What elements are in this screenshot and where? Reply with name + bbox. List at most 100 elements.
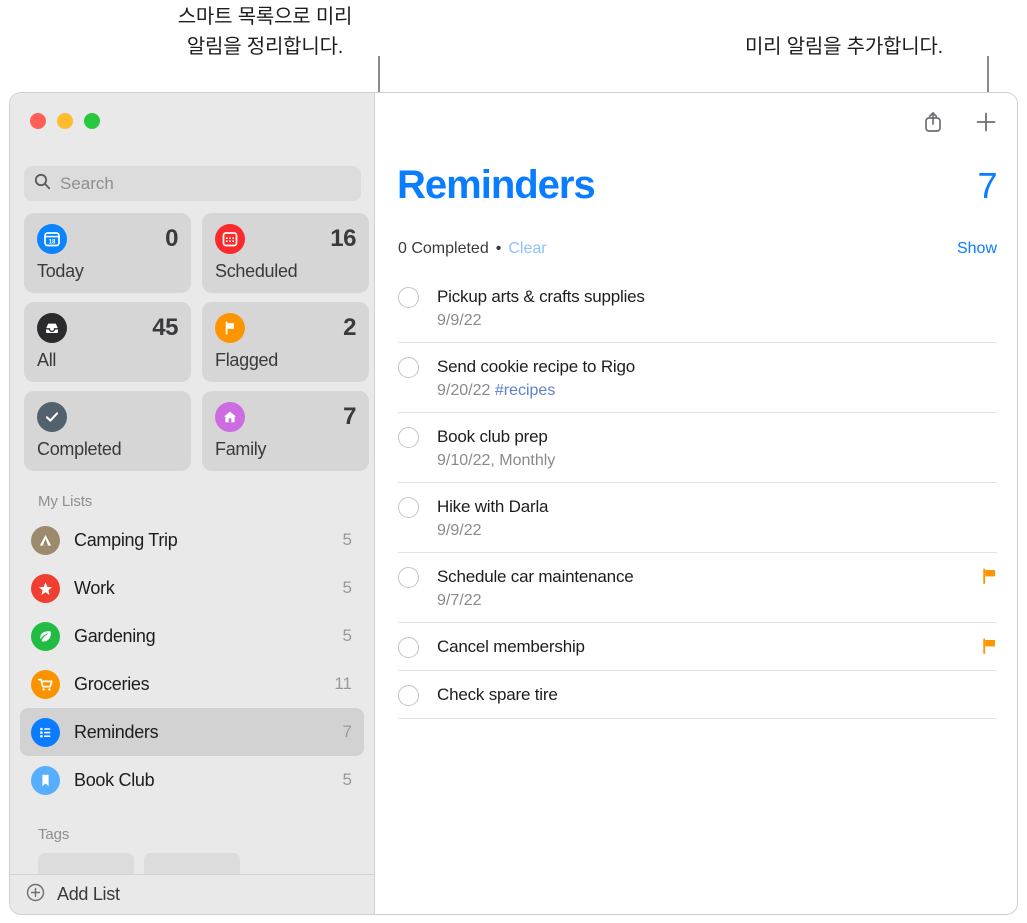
tags-header: Tags: [38, 826, 70, 843]
sidebar-item-count: 5: [342, 578, 352, 597]
sidebar-item-count: 11: [334, 674, 352, 693]
tag-chip[interactable]: [38, 853, 134, 874]
flag-icon[interactable]: [982, 568, 997, 589]
plus-icon[interactable]: [973, 109, 999, 135]
reminders-list: Pickup arts & crafts supplies 9/9/22 Sen…: [398, 273, 997, 719]
sidebar-item-label: Reminders: [74, 721, 159, 742]
smart-card-label: Flagged: [215, 350, 278, 370]
reminder-date: 9/7/22: [437, 592, 482, 609]
reminder-title: Hike with Darla: [437, 497, 549, 516]
reminder-date: 9/9/22: [437, 312, 482, 329]
sidebar-item-book-club[interactable]: Book Club 5: [20, 756, 364, 804]
smart-card-count: 45: [152, 314, 178, 341]
smart-card-family[interactable]: 7 Family: [202, 391, 369, 471]
tent-icon: [31, 525, 60, 555]
reminder-checkbox[interactable]: [398, 427, 419, 448]
reminder-checkbox[interactable]: [398, 357, 419, 378]
sidebar-item-count: 5: [342, 530, 352, 549]
reminder-row[interactable]: Hike with Darla 9/9/22: [398, 483, 997, 553]
reminder-tag[interactable]: #recipes: [495, 382, 555, 399]
smart-card-completed[interactable]: Completed: [24, 391, 191, 471]
reminder-subtitle: 9/9/22: [437, 521, 964, 541]
reminders-window: Search 18 0 Today 16 Scheduled 45 All 2 …: [9, 92, 1018, 915]
tag-chip-list: [10, 849, 374, 874]
reminder-title: Pickup arts & crafts supplies: [437, 287, 645, 306]
reminder-title: Schedule car maintenance: [437, 567, 634, 586]
smart-card-all[interactable]: 45 All: [24, 302, 191, 382]
page-title: Reminders: [397, 163, 596, 207]
smart-card-scheduled[interactable]: 16 Scheduled: [202, 213, 369, 293]
smart-card-count: 7: [343, 403, 356, 430]
title-row: Reminders 7: [397, 163, 997, 208]
reminder-subtitle: 9/9/22: [437, 311, 964, 331]
sidebar-item-count: 5: [342, 626, 352, 645]
add-list-label: Add List: [57, 884, 120, 904]
reminder-date: 9/10/22, Monthly: [437, 452, 556, 469]
reminder-title: Check spare tire: [437, 685, 558, 704]
reminder-title: Send cookie recipe to Rigo: [437, 357, 635, 376]
cart-icon: [31, 669, 60, 699]
reminder-title: Cancel membership: [437, 637, 585, 656]
reminder-checkbox[interactable]: [398, 685, 419, 706]
callout-left-text: 스마트 목록으로 미리 알림을 정리합니다.: [177, 6, 353, 58]
calendar-day-icon: 18: [37, 224, 67, 254]
house-icon: [215, 402, 245, 432]
reminder-row[interactable]: Check spare tire: [398, 671, 997, 719]
sidebar-item-gardening[interactable]: Gardening 5: [20, 612, 364, 660]
star-icon: [31, 573, 60, 603]
smart-card-today[interactable]: 18 0 Today: [24, 213, 191, 293]
add-list-button[interactable]: Add List: [10, 874, 374, 914]
svg-text:18: 18: [49, 239, 56, 245]
share-icon[interactable]: [920, 109, 946, 135]
traffic-lights: [30, 113, 100, 129]
smart-card-label: Scheduled: [215, 261, 298, 281]
reminder-row[interactable]: Cancel membership: [398, 623, 997, 671]
minimize-window-button[interactable]: [57, 113, 73, 129]
reminder-row[interactable]: Schedule car maintenance 9/7/22: [398, 553, 997, 623]
reminder-subtitle: 9/20/22 #recipes: [437, 381, 964, 401]
sidebar-item-work[interactable]: Work 5: [20, 564, 364, 612]
sidebar-item-camping-trip[interactable]: Camping Trip 5: [20, 516, 364, 564]
calendar-icon: [215, 224, 245, 254]
show-completed-button[interactable]: Show: [957, 240, 997, 258]
clear-completed-button[interactable]: Clear: [508, 240, 546, 258]
reminder-row[interactable]: Pickup arts & crafts supplies 9/9/22: [398, 273, 997, 343]
plus-circle-icon: [26, 883, 45, 907]
reminder-date: 9/9/22: [437, 522, 482, 539]
sidebar-item-reminders[interactable]: Reminders 7: [20, 708, 364, 756]
smart-card-count: 0: [165, 225, 178, 252]
sidebar-item-groceries[interactable]: Groceries 11: [20, 660, 364, 708]
reminder-subtitle: 9/7/22: [437, 591, 964, 611]
callout-right-text: 미리 알림을 추가합니다.: [744, 36, 944, 58]
reminder-checkbox[interactable]: [398, 287, 419, 308]
search-input[interactable]: Search: [24, 166, 361, 201]
sidebar-scroll-area[interactable]: 18 0 Today 16 Scheduled 45 All 2 Flagged…: [10, 213, 374, 874]
close-window-button[interactable]: [30, 113, 46, 129]
sidebar-item-count: 5: [342, 770, 352, 789]
reminder-checkbox[interactable]: [398, 567, 419, 588]
reminder-checkbox[interactable]: [398, 637, 419, 658]
smart-card-count: 16: [330, 225, 356, 252]
reminder-checkbox[interactable]: [398, 497, 419, 518]
reminder-subtitle: 9/10/22, Monthly: [437, 451, 964, 471]
tag-chip[interactable]: [144, 853, 240, 874]
reminder-date: 9/20/22: [437, 382, 491, 399]
completed-count-label: 0 Completed: [398, 240, 489, 257]
smart-lists-grid: 18 0 Today 16 Scheduled 45 All 2 Flagged…: [10, 213, 374, 471]
sidebar-item-label: Camping Trip: [74, 529, 178, 550]
list-total-count: 7: [977, 165, 997, 206]
smart-card-label: All: [37, 350, 57, 370]
zoom-window-button[interactable]: [84, 113, 100, 129]
sidebar-item-label: Book Club: [74, 769, 155, 790]
bookmark-icon: [31, 765, 60, 795]
sidebar-item-label: Work: [74, 577, 115, 598]
meta-separator: •: [495, 240, 502, 257]
reminder-row[interactable]: Send cookie recipe to Rigo 9/20/22 #reci…: [398, 343, 997, 413]
smart-card-count: 2: [343, 314, 356, 341]
flag-icon[interactable]: [982, 638, 997, 659]
reminder-row[interactable]: Book club prep 9/10/22, Monthly: [398, 413, 997, 483]
list-bullet-icon: [31, 717, 60, 747]
smart-card-flagged[interactable]: 2 Flagged: [202, 302, 369, 382]
search-icon: [34, 173, 51, 195]
flag-icon: [215, 313, 245, 343]
